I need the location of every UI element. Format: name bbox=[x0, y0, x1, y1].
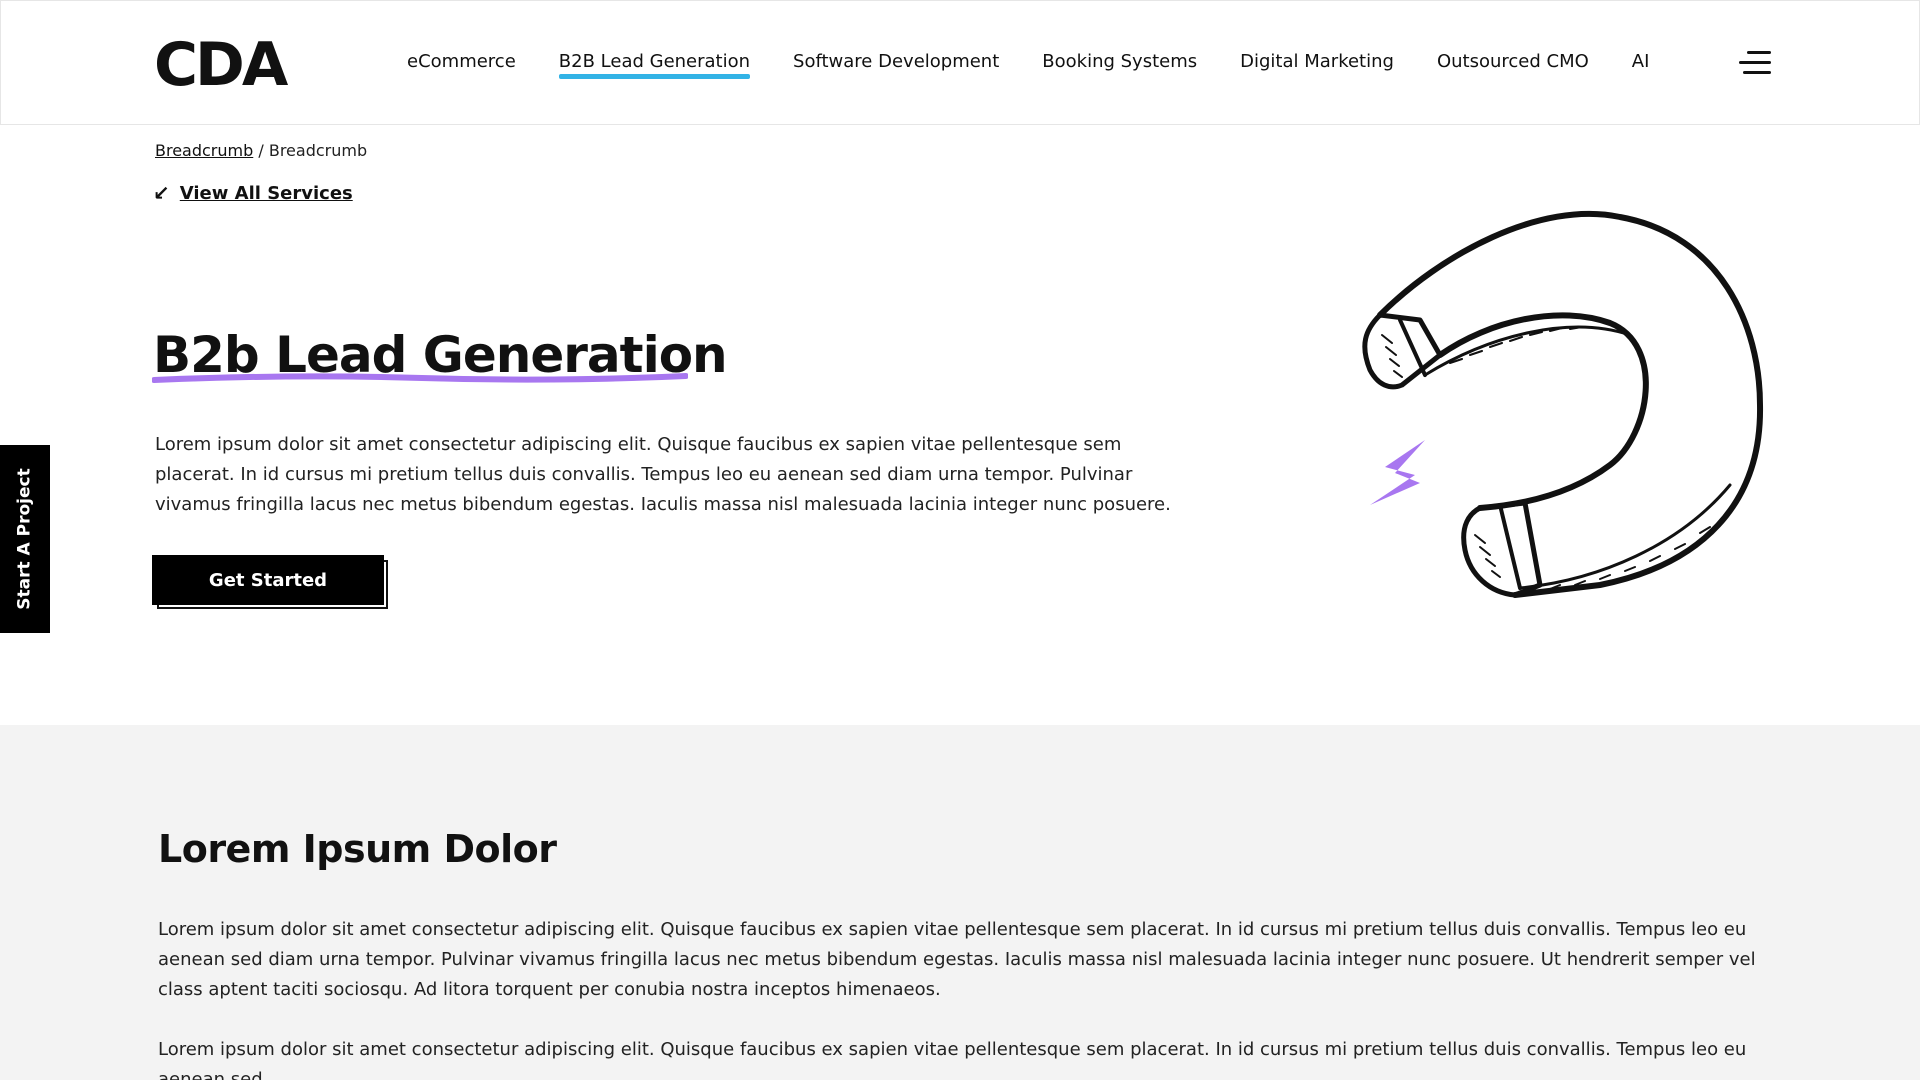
section-paragraph-2: Lorem ipsum dolor sit amet consectetur a… bbox=[158, 1039, 1747, 1080]
breadcrumb-separator: / bbox=[258, 141, 264, 160]
view-all-services: ↙ View All Services bbox=[153, 181, 353, 205]
main-nav: eCommerce B2B Lead Generation Software D… bbox=[407, 51, 1692, 79]
logo[interactable]: CDA bbox=[154, 35, 288, 95]
content-section: Lorem Ipsum Dolor Lorem ipsum dolor sit … bbox=[0, 725, 1920, 1080]
breadcrumb-link[interactable]: Breadcrumb bbox=[155, 141, 253, 160]
breadcrumb-current: Breadcrumb bbox=[268, 141, 368, 160]
nav-item-digital-marketing[interactable]: Digital Marketing bbox=[1240, 51, 1394, 72]
start-project-tab[interactable]: Start A Project bbox=[0, 445, 50, 633]
view-all-services-link[interactable]: View All Services bbox=[180, 183, 353, 204]
page-title: B2b Lead Generation bbox=[153, 326, 728, 384]
get-started-button[interactable]: Get Started bbox=[152, 555, 384, 605]
site-header: CDA eCommerce B2B Lead Generation Softwa… bbox=[0, 0, 1920, 125]
nav-item-ecommerce[interactable]: eCommerce bbox=[407, 51, 516, 72]
nav-item-software-development[interactable]: Software Development bbox=[793, 51, 999, 72]
hamburger-menu-icon[interactable] bbox=[1739, 49, 1771, 77]
section-heading: Lorem Ipsum Dolor bbox=[158, 827, 557, 871]
breadcrumb: Breadcrumb / Breadcrumb bbox=[155, 141, 367, 160]
nav-item-booking-systems[interactable]: Booking Systems bbox=[1042, 51, 1197, 72]
start-project-label: Start A Project bbox=[15, 468, 35, 610]
section-paragraph-1: Lorem ipsum dolor sit amet consectetur a… bbox=[158, 919, 1756, 1000]
magnet-icon bbox=[1362, 210, 1764, 598]
nav-item-b2b-lead-generation[interactable]: B2B Lead Generation bbox=[558, 51, 751, 79]
cta-wrapper: Get Started bbox=[152, 555, 388, 609]
nav-item-ai[interactable]: AI bbox=[1632, 51, 1650, 72]
nav-item-outsourced-cmo[interactable]: Outsourced CMO bbox=[1437, 51, 1589, 72]
hero-description: Lorem ipsum dolor sit amet consectetur a… bbox=[155, 434, 1171, 515]
arrow-down-left-icon: ↙ bbox=[153, 181, 170, 205]
